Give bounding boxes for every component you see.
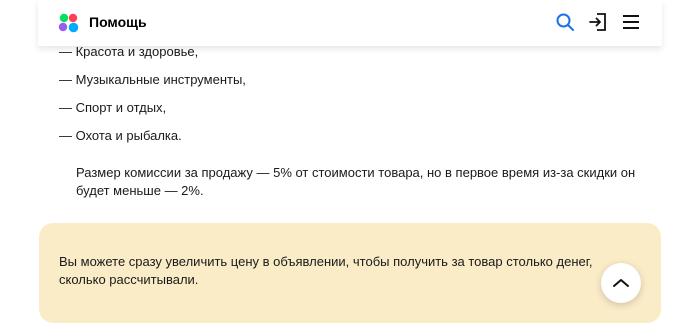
scroll-to-top-button[interactable] — [601, 263, 641, 303]
chevron-up-icon — [613, 279, 629, 287]
list-item: — Музыкальные инструменты, — [59, 72, 246, 87]
search-icon[interactable] — [555, 12, 575, 32]
top-header: Помощь — [38, 0, 662, 46]
menu-icon[interactable] — [621, 12, 641, 32]
logo-icon[interactable] — [58, 13, 80, 33]
list-item: — Спорт и отдых, — [59, 100, 167, 115]
tip-callout: Вы можете сразу увеличить цену в объявле… — [39, 223, 661, 323]
list-item: — Красота и здоровье, — [59, 44, 199, 59]
tip-callout-text: Вы можете сразу увеличить цену в объявле… — [59, 254, 593, 287]
list-item: — Охота и рыбалка. — [59, 128, 182, 143]
commission-note: Размер комиссии за продажу — 5% от стоим… — [76, 165, 636, 198]
brand-title[interactable]: Помощь — [89, 14, 147, 30]
login-icon[interactable] — [588, 12, 608, 32]
